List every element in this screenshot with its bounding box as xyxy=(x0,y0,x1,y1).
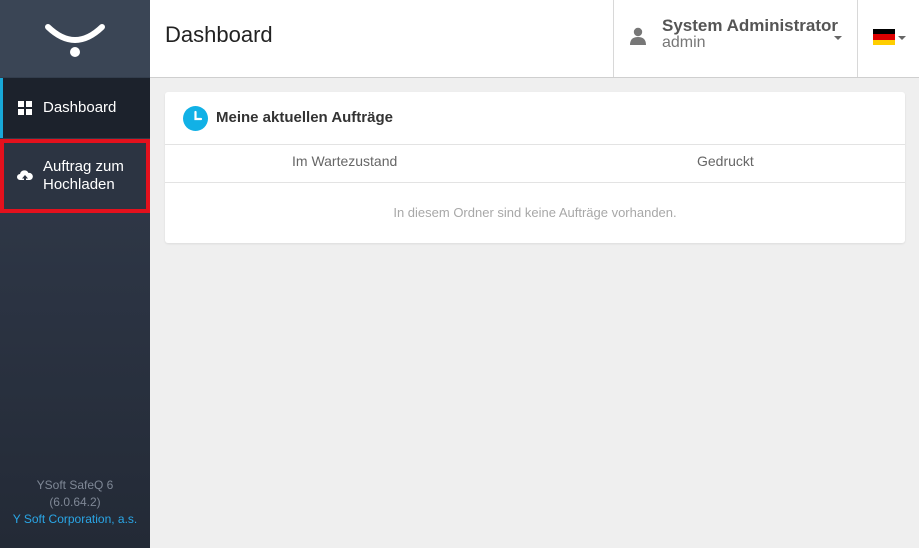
sidebar-item-label: Dashboard xyxy=(43,99,117,116)
sidebar-item-upload-job[interactable]: Auftrag zum Hochladen xyxy=(0,139,150,213)
column-header-printed[interactable]: Gedruckt xyxy=(697,153,754,169)
sidebar-item-label-line1: Auftrag zum xyxy=(43,158,124,175)
sidebar-item-label-line2: Hochladen xyxy=(43,176,115,193)
sidebar-item-dashboard[interactable]: Dashboard xyxy=(0,78,150,138)
user-name: System Administrator xyxy=(662,16,839,35)
header: Dashboard System Administrator admin xyxy=(150,0,919,78)
product-name: YSoft SafeQ 6 xyxy=(36,478,114,492)
german-flag-icon xyxy=(873,29,895,45)
current-jobs-panel: Meine aktuellen Aufträge Im Wartezustand… xyxy=(165,92,905,243)
logo[interactable] xyxy=(0,0,150,77)
grid-icon xyxy=(17,100,33,116)
user-menu[interactable]: System Administrator admin xyxy=(613,0,858,77)
product-version: (6.0.64.2) xyxy=(49,495,101,509)
chevron-down-icon xyxy=(834,36,842,40)
company-link[interactable]: Y Soft Corporation, a.s. xyxy=(0,511,150,528)
ysoft-logo-icon xyxy=(45,23,105,57)
panel-header: Meine aktuellen Aufträge xyxy=(165,92,905,145)
empty-state-message: In diesem Ordner sind keine Aufträge vor… xyxy=(393,205,677,220)
language-selector[interactable] xyxy=(857,0,919,77)
page-title: Dashboard xyxy=(165,22,273,47)
cloud-upload-icon xyxy=(17,168,33,184)
sidebar-footer: YSoft SafeQ 6 (6.0.64.2) Y Soft Corporat… xyxy=(0,477,150,528)
sidebar: Dashboard Auftrag zum Hochladen YSoft Sa… xyxy=(0,0,150,548)
divider xyxy=(165,182,905,183)
clock-icon xyxy=(183,106,208,131)
chevron-down-icon xyxy=(898,36,906,40)
user-icon xyxy=(630,27,646,45)
column-header-waiting[interactable]: Im Wartezustand xyxy=(292,153,397,169)
panel-title: Meine aktuellen Aufträge xyxy=(216,109,393,126)
sidebar-item-label: Auftrag zum Hochladen xyxy=(43,158,124,194)
user-login: admin xyxy=(662,34,706,51)
